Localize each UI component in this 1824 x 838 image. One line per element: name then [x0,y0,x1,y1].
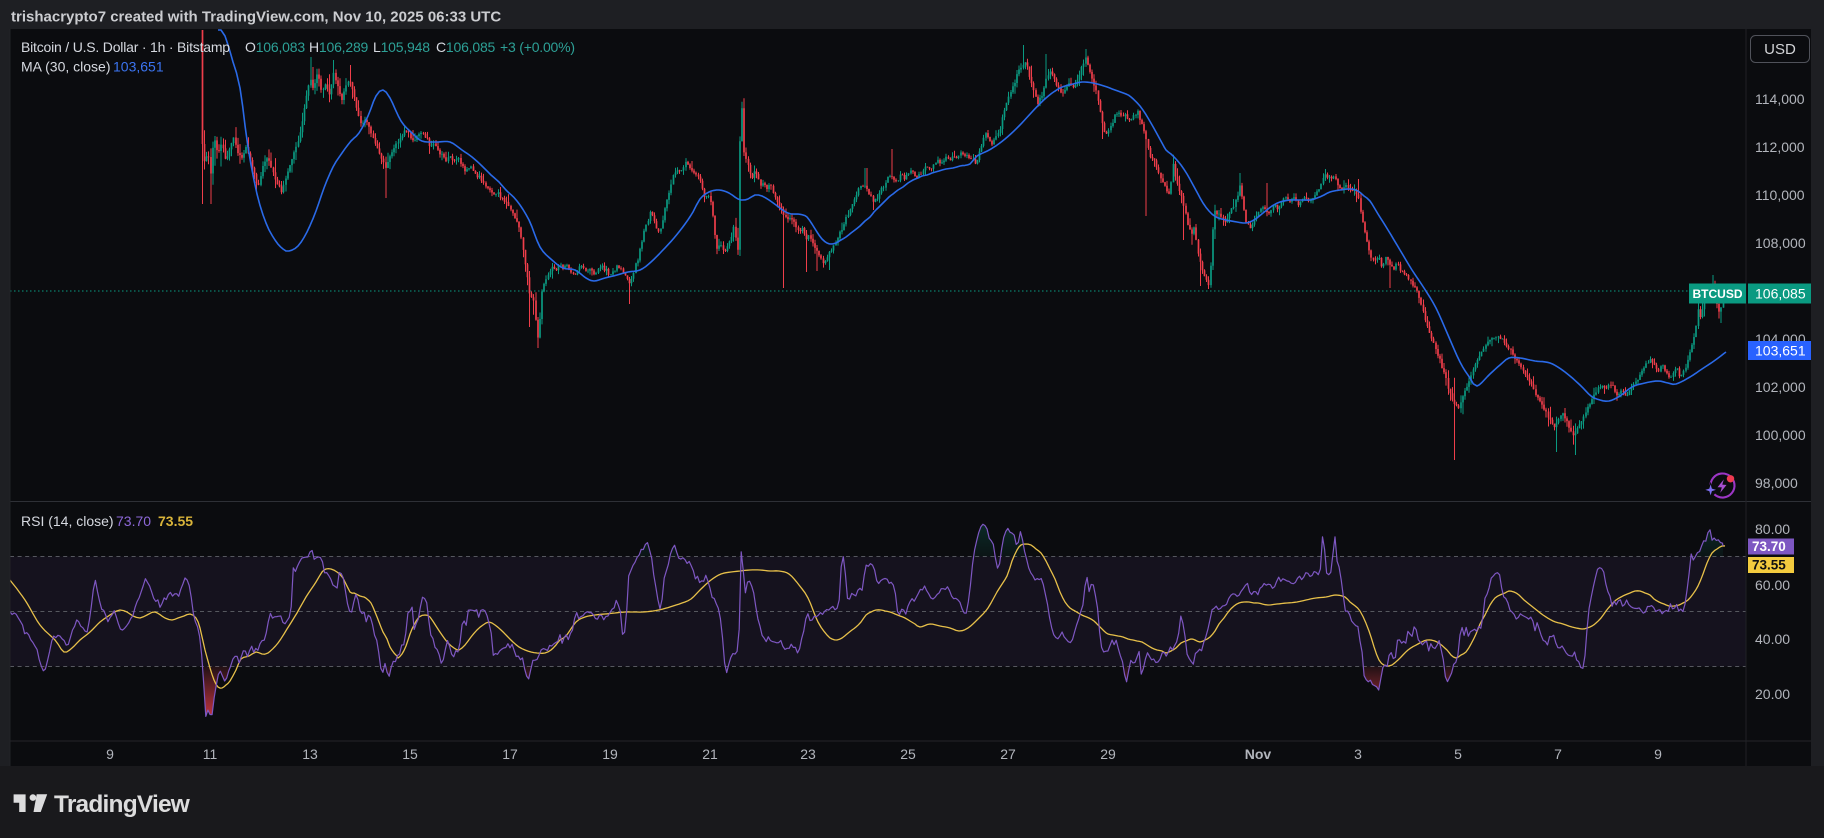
svg-text:106,085: 106,085 [1755,286,1806,302]
svg-text:TradingView: TradingView [54,791,191,818]
svg-text:23: 23 [800,746,816,762]
svg-text:19: 19 [602,746,618,762]
svg-text:Bitcoin / U.S. Dollar · 1h · B: Bitcoin / U.S. Dollar · 1h · BitstampO10… [21,39,575,55]
svg-text:103,651: 103,651 [1755,343,1806,359]
svg-text:73.55: 73.55 [1752,558,1786,573]
svg-text:17: 17 [502,746,518,762]
svg-text:20.00: 20.00 [1755,686,1790,702]
svg-text:3: 3 [1354,746,1362,762]
svg-text:40.00: 40.00 [1755,631,1790,647]
svg-text:110,000: 110,000 [1755,187,1805,203]
svg-text:13: 13 [302,746,318,762]
svg-text:25: 25 [900,746,916,762]
svg-text:112,000: 112,000 [1755,139,1805,155]
svg-text:MA (30, close) 103,651: MA (30, close) 103,651 [21,59,164,75]
svg-text:29: 29 [1100,746,1116,762]
svg-text:9: 9 [1654,746,1662,762]
svg-text:trishacrypto7 created with Tra: trishacrypto7 created with TradingView.c… [11,9,501,26]
svg-text:Nov: Nov [1245,746,1272,762]
svg-text:9: 9 [106,746,114,762]
svg-text:7: 7 [1554,746,1562,762]
svg-text:100,000: 100,000 [1755,427,1806,443]
svg-text:73.70: 73.70 [1752,539,1786,554]
svg-text:11: 11 [203,746,218,762]
svg-text:27: 27 [1000,746,1016,762]
svg-text:114,000: 114,000 [1755,91,1805,107]
svg-text:USD: USD [1764,41,1796,58]
svg-text:98,000: 98,000 [1755,475,1798,491]
svg-text:108,000: 108,000 [1755,235,1806,251]
svg-text:RSI (14, close) 73.7073.55: RSI (14, close) 73.7073.55 [21,513,193,529]
svg-text:60.00: 60.00 [1755,577,1790,593]
svg-text:5: 5 [1454,746,1462,762]
svg-text:102,000: 102,000 [1755,379,1806,395]
svg-text:15: 15 [402,746,418,762]
svg-text:80.00: 80.00 [1755,521,1790,537]
svg-text:BTCUSD: BTCUSD [1693,287,1743,301]
svg-text:21: 21 [702,746,718,762]
